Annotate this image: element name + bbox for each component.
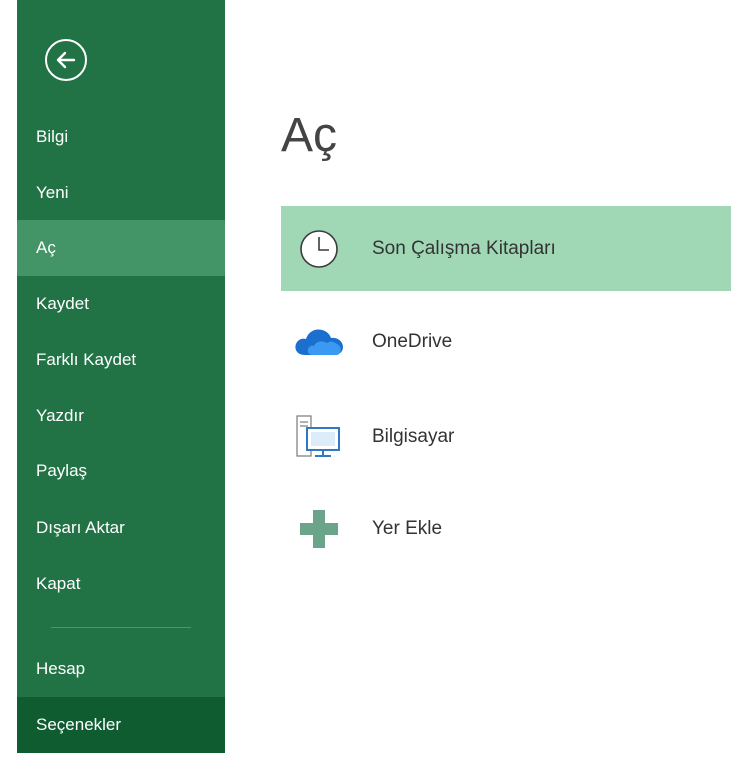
nav-item-ac[interactable]: Aç xyxy=(17,220,225,276)
nav-item-label: Kaydet xyxy=(36,294,89,313)
plus-icon xyxy=(291,507,347,551)
nav-item-farkli-kaydet[interactable]: Farklı Kaydet xyxy=(17,332,225,388)
nav-item-label: Yazdır xyxy=(36,406,84,425)
page-title: Aç xyxy=(281,109,338,162)
location-label: OneDrive xyxy=(372,330,453,352)
back-arrow-icon xyxy=(55,49,77,71)
location-label: Bilgisayar xyxy=(372,425,455,447)
nav-item-label: Farklı Kaydet xyxy=(36,350,137,369)
nav-item-label: Bilgi xyxy=(36,127,69,146)
nav-item-bilgi[interactable]: Bilgi xyxy=(17,109,225,165)
nav-item-label: Seçenekler xyxy=(36,715,122,734)
location-label: Son Çalışma Kitapları xyxy=(372,237,556,259)
nav-item-yeni[interactable]: Yeni xyxy=(17,165,225,221)
location-onedrive[interactable]: OneDrive xyxy=(281,299,731,384)
location-recent-workbooks[interactable]: Son Çalışma Kitapları xyxy=(281,206,731,291)
back-button[interactable] xyxy=(45,39,87,81)
nav-item-secenekler[interactable]: Seçenekler xyxy=(17,697,225,753)
nav-item-label: Kapat xyxy=(36,574,81,593)
clock-icon xyxy=(291,227,347,271)
nav-item-kaydet[interactable]: Kaydet xyxy=(17,276,225,332)
nav-item-label: Dışarı Aktar xyxy=(36,518,125,537)
cloud-icon xyxy=(291,320,347,364)
location-computer[interactable]: Bilgisayar xyxy=(281,394,731,479)
nav-item-paylas[interactable]: Paylaş xyxy=(17,443,225,499)
nav-item-disari-aktar[interactable]: Dışarı Aktar xyxy=(17,500,225,556)
computer-icon xyxy=(291,414,347,459)
nav-item-label: Paylaş xyxy=(36,461,88,480)
nav-item-hesap[interactable]: Hesap xyxy=(17,641,225,697)
excel-backstage: Bilgi Yeni Aç Kaydet Farklı Kaydet Yazdı… xyxy=(0,0,731,781)
backstage-sidebar: Bilgi Yeni Aç Kaydet Farklı Kaydet Yazdı… xyxy=(17,0,225,753)
nav-item-label: Yeni xyxy=(36,183,69,202)
nav-item-label: Aç xyxy=(36,238,56,257)
nav-item-label: Hesap xyxy=(36,659,86,678)
location-label: Yer Ekle xyxy=(372,517,443,539)
location-add-place[interactable]: Yer Ekle xyxy=(281,486,731,571)
nav-divider xyxy=(51,627,191,628)
nav-item-kapat[interactable]: Kapat xyxy=(17,556,225,612)
nav-item-yazdir[interactable]: Yazdır xyxy=(17,388,225,444)
